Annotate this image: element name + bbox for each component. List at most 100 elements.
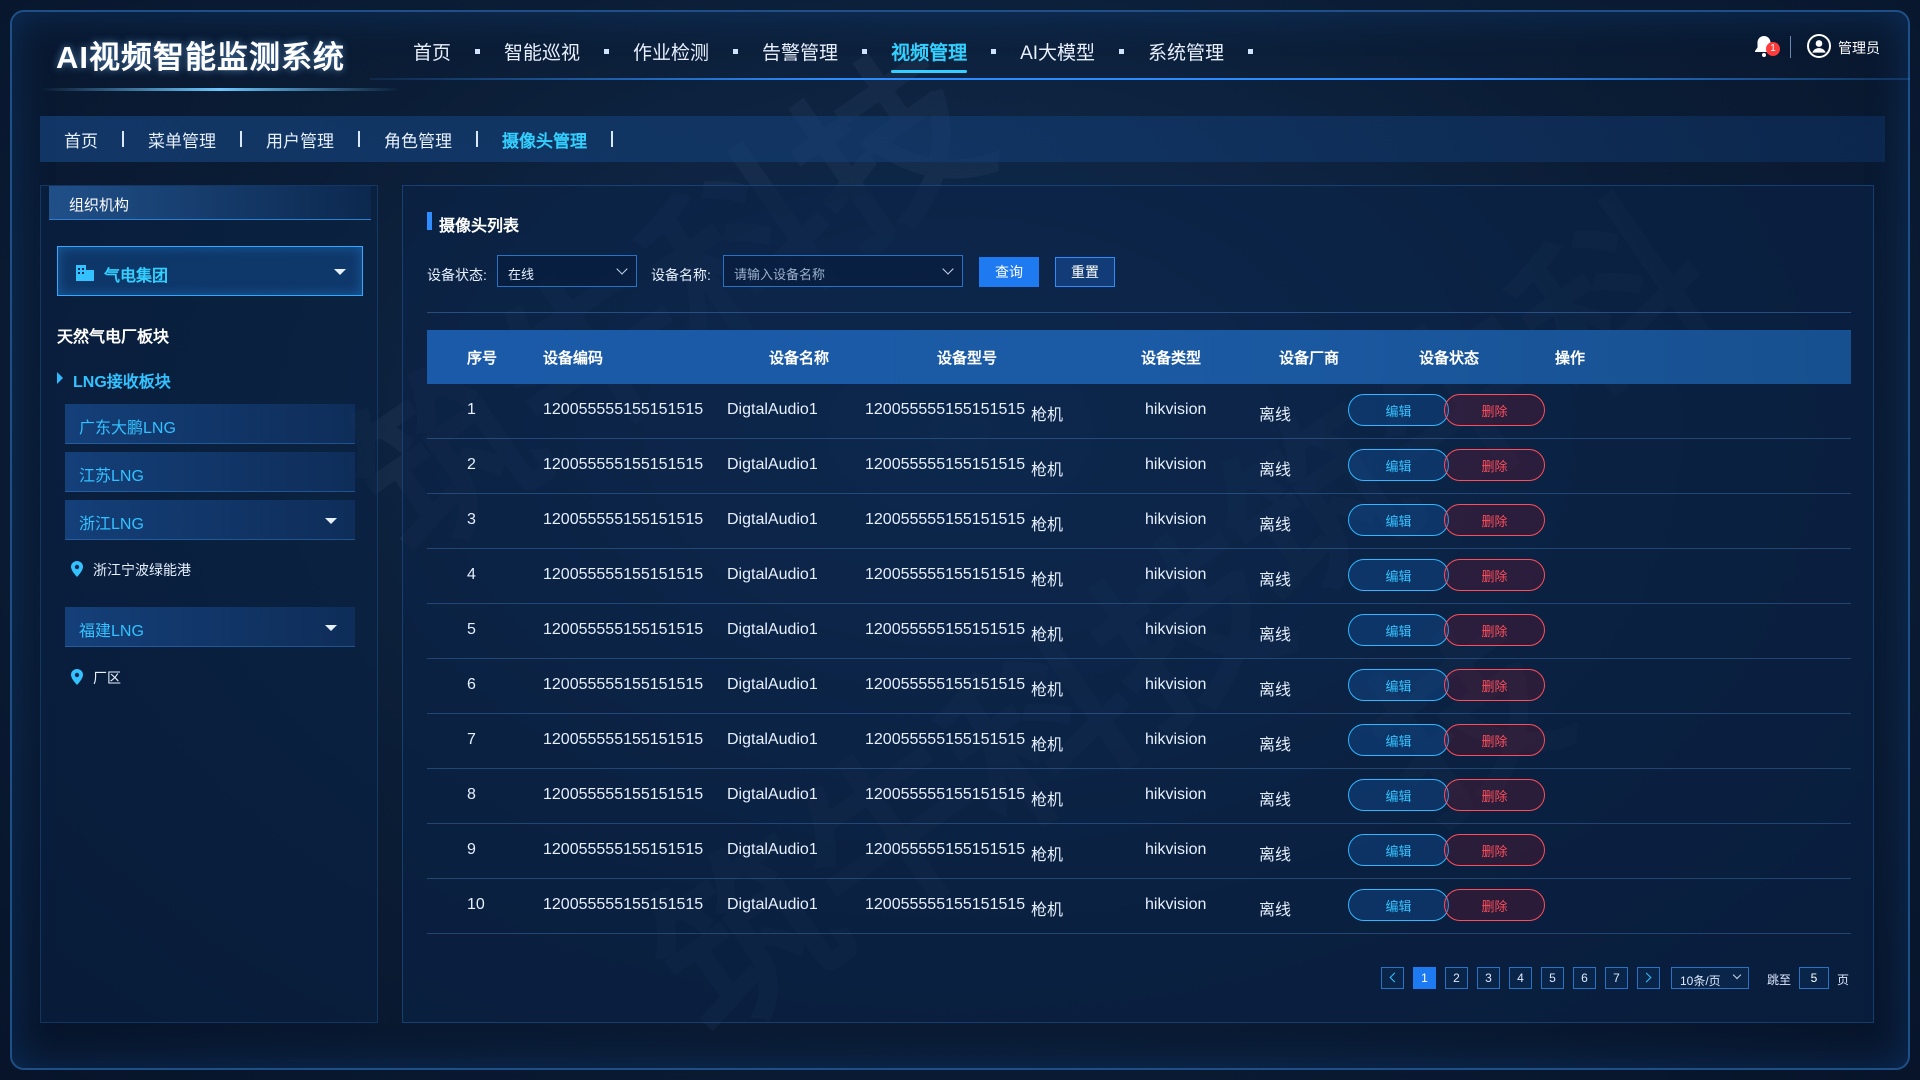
delete-button[interactable]: 删除 xyxy=(1444,834,1545,866)
query-button[interactable]: 查询 xyxy=(979,257,1039,287)
next-page-button[interactable] xyxy=(1637,967,1660,989)
header-separator xyxy=(1790,36,1791,58)
delete-button[interactable]: 删除 xyxy=(1444,504,1545,536)
subnav-home[interactable]: 首页 xyxy=(64,127,98,152)
cell-no: 9 xyxy=(467,841,476,858)
delete-button[interactable]: 删除 xyxy=(1444,779,1545,811)
delete-button[interactable]: 删除 xyxy=(1444,669,1545,701)
tree-item-fujian[interactable]: 福建LNG xyxy=(65,607,355,647)
jump-suffix: 页 xyxy=(1837,973,1850,987)
table-body: 1 120055555155151515 DigtalAudio1 120055555… xyxy=(427,384,1851,934)
cell-no: 1 xyxy=(467,401,476,418)
edit-button[interactable]: 编辑 xyxy=(1348,559,1449,591)
nav-video[interactable]: 视频管理 xyxy=(891,38,968,73)
cell-status: 离线 xyxy=(1259,462,1292,479)
device-name-input[interactable]: 请输入设备名称 xyxy=(723,255,963,287)
edit-button[interactable]: 编辑 xyxy=(1348,834,1449,866)
table-row: 7 120055555155151515 DigtalAudio1 120055555… xyxy=(427,714,1851,769)
cell-name: DigtalAudio1 xyxy=(727,511,818,528)
page-4[interactable]: 4 xyxy=(1509,967,1532,989)
delete-button[interactable]: 删除 xyxy=(1444,889,1545,921)
cell-model: 120055555155151515 xyxy=(865,676,1026,693)
edit-button[interactable]: 编辑 xyxy=(1348,669,1449,701)
nav-home[interactable]: 首页 xyxy=(413,38,451,65)
cell-name: DigtalAudio1 xyxy=(727,566,818,583)
edit-button[interactable]: 编辑 xyxy=(1348,504,1449,536)
cell-vendor: hikvision xyxy=(1145,676,1207,693)
nav-dot xyxy=(862,49,868,54)
subnav-menu[interactable]: 菜单管理 xyxy=(148,127,216,152)
delete-button[interactable]: 删除 xyxy=(1444,614,1545,646)
page-5[interactable]: 5 xyxy=(1541,967,1564,989)
page-1[interactable]: 1 xyxy=(1413,967,1436,989)
chevron-down-icon xyxy=(942,263,954,275)
tree-leaf-label: 厂区 xyxy=(93,670,121,686)
page-6[interactable]: 6 xyxy=(1573,967,1596,989)
tree-item-jiangsu[interactable]: 江苏LNG xyxy=(65,452,355,492)
reset-button[interactable]: 重置 xyxy=(1055,257,1115,287)
page-7[interactable]: 7 xyxy=(1605,967,1628,989)
subnav-user[interactable]: 用户管理 xyxy=(266,127,334,152)
jump-page-input[interactable]: 5 xyxy=(1799,967,1829,989)
delete-button[interactable]: 删除 xyxy=(1444,394,1545,426)
edit-button[interactable]: 编辑 xyxy=(1348,779,1449,811)
cell-status: 离线 xyxy=(1259,627,1292,644)
prev-page-button[interactable] xyxy=(1381,967,1404,989)
table-row: 2 120055555155151515 DigtalAudio1 120055555… xyxy=(427,439,1851,494)
nav-inspection[interactable]: 智能巡视 xyxy=(504,38,580,65)
delete-button[interactable]: 删除 xyxy=(1444,724,1545,756)
subnav-role[interactable]: 角色管理 xyxy=(384,127,452,152)
edit-button[interactable]: 编辑 xyxy=(1348,449,1449,481)
org-select[interactable]: 气电集团 xyxy=(57,246,363,296)
caret-down-icon xyxy=(325,625,337,631)
device-name-placeholder: 请输入设备名称 xyxy=(734,267,826,282)
tree-item-guangdong[interactable]: 广东大鹏LNG xyxy=(65,404,355,444)
cell-status: 离线 xyxy=(1259,572,1292,589)
table-row: 6 120055555155151515 DigtalAudio1 120055555… xyxy=(427,659,1851,714)
tree-item-zhejiang[interactable]: 浙江LNG xyxy=(65,500,355,540)
chevron-left-icon xyxy=(1389,972,1400,983)
cell-model: 120055555155151515 xyxy=(865,731,1026,748)
page-3[interactable]: 3 xyxy=(1477,967,1500,989)
cell-no: 2 xyxy=(467,456,476,473)
col-vendor: 设备厂商 xyxy=(1279,350,1340,367)
tree-item-label: 江苏LNG xyxy=(79,468,144,485)
nav-ai-model[interactable]: AI大模型 xyxy=(1020,38,1095,65)
sub-nav-bar: 首页 菜单管理 用户管理 角色管理 摄像头管理 xyxy=(40,116,1885,162)
nav-alarm[interactable]: 告警管理 xyxy=(762,38,838,65)
page-size-select[interactable]: 10条/页 xyxy=(1671,967,1749,989)
col-model: 设备型号 xyxy=(937,350,998,367)
edit-button[interactable]: 编辑 xyxy=(1348,614,1449,646)
cell-status: 离线 xyxy=(1259,682,1292,699)
header-glow xyxy=(40,88,400,91)
page-size-value: 10条/页 xyxy=(1680,974,1721,988)
edit-button[interactable]: 编辑 xyxy=(1348,724,1449,756)
page-2[interactable]: 2 xyxy=(1445,967,1468,989)
table-row: 8 120055555155151515 DigtalAudio1 120055555… xyxy=(427,769,1851,824)
cell-no: 10 xyxy=(467,896,485,913)
cell-type: 枪机 xyxy=(1031,462,1064,479)
subnav-camera[interactable]: 摄像头管理 xyxy=(502,127,587,152)
chevron-down-icon xyxy=(616,263,628,275)
cell-name: DigtalAudio1 xyxy=(727,786,818,803)
cell-name: DigtalAudio1 xyxy=(727,401,818,418)
edit-button[interactable]: 编辑 xyxy=(1348,394,1449,426)
delete-button[interactable]: 删除 xyxy=(1444,449,1545,481)
user-name[interactable]: 管理员 xyxy=(1838,38,1880,58)
user-avatar-icon[interactable] xyxy=(1807,34,1831,58)
status-select[interactable]: 在线 xyxy=(497,255,637,287)
cell-name: DigtalAudio1 xyxy=(727,621,818,638)
delete-button[interactable]: 删除 xyxy=(1444,559,1545,591)
nav-dot xyxy=(991,49,997,54)
nav-work-detection[interactable]: 作业检测 xyxy=(633,38,709,65)
edit-button[interactable]: 编辑 xyxy=(1348,889,1449,921)
sidebar-header: 组织机构 xyxy=(49,186,371,220)
table-row: 9 120055555155151515 DigtalAudio1 120055555… xyxy=(427,824,1851,879)
cell-model: 120055555155151515 xyxy=(865,511,1026,528)
cell-code: 120055555155151515 xyxy=(543,456,704,473)
cell-status: 离线 xyxy=(1259,517,1292,534)
nav-system[interactable]: 系统管理 xyxy=(1148,38,1224,65)
tree-group-lng[interactable]: LNG接收板块 xyxy=(57,366,363,392)
cell-name: DigtalAudio1 xyxy=(727,456,818,473)
cell-code: 120055555155151515 xyxy=(543,676,704,693)
